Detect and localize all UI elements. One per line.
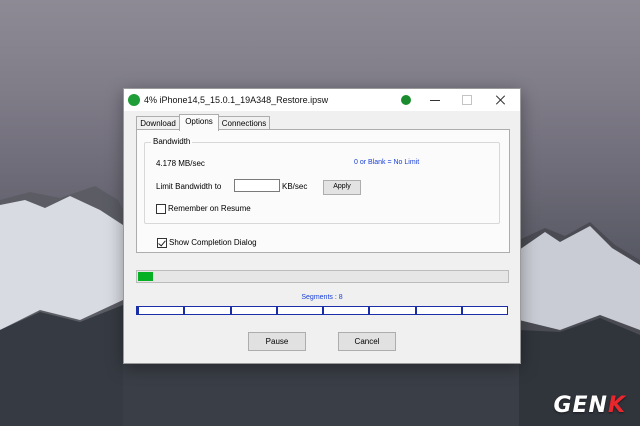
tab-download[interactable]: Download	[136, 116, 180, 130]
segment-marker	[183, 307, 185, 314]
download-manager-icon	[128, 94, 140, 106]
cancel-button[interactable]: Cancel	[338, 332, 396, 351]
current-speed: 4.178 MB/sec	[156, 159, 205, 168]
apply-button[interactable]: Apply	[323, 180, 361, 195]
no-limit-hint: 0 or Blank = No Limit	[354, 159, 420, 166]
remember-on-resume-checkbox[interactable]	[156, 204, 166, 214]
bandwidth-group-label: Bandwidth	[151, 137, 193, 146]
status-indicator-icon	[401, 95, 411, 105]
tab-connections[interactable]: Connections	[218, 116, 270, 130]
watermark-accent: K	[607, 393, 626, 418]
segment-marker	[276, 307, 278, 314]
remember-on-resume-label[interactable]: Remember on Resume	[168, 204, 251, 213]
close-button[interactable]	[494, 93, 508, 107]
window-title: 4% iPhone14,5_15.0.1_19A348_Restore.ipsw	[144, 95, 329, 105]
download-window: 4% iPhone14,5_15.0.1_19A348_Restore.ipsw…	[123, 88, 521, 364]
tab-options[interactable]: Options	[179, 114, 219, 131]
genk-watermark-logo: GENK	[553, 393, 626, 418]
segment-marker	[230, 307, 232, 314]
bandwidth-group: Bandwidth 4.178 MB/sec 0 or Blank = No L…	[144, 137, 500, 224]
maximize-button[interactable]	[460, 93, 474, 107]
watermark-text: GEN	[553, 393, 608, 418]
limit-bandwidth-label: Limit Bandwidth to	[156, 182, 222, 191]
download-progress-bar	[136, 270, 509, 283]
minimize-button[interactable]	[428, 93, 442, 107]
options-panel: Bandwidth 4.178 MB/sec 0 or Blank = No L…	[136, 129, 510, 253]
checkmark-icon	[158, 238, 166, 247]
bandwidth-unit: KB/sec	[282, 182, 308, 191]
segment-marker	[322, 307, 324, 314]
segment-marker	[137, 307, 139, 314]
segments-label: Segments : 8	[301, 294, 343, 301]
pause-button[interactable]: Pause	[248, 332, 306, 351]
download-progress-fill	[138, 272, 153, 281]
show-completion-dialog-label[interactable]: Show Completion Dialog	[169, 238, 257, 247]
show-completion-dialog-checkbox[interactable]	[157, 238, 167, 248]
bandwidth-limit-input[interactable]	[234, 179, 280, 192]
segment-marker	[415, 307, 417, 314]
segment-marker	[368, 307, 370, 314]
segment-marker	[461, 307, 463, 314]
title-bar[interactable]: 4% iPhone14,5_15.0.1_19A348_Restore.ipsw	[124, 89, 520, 111]
segments-bar	[136, 306, 508, 315]
